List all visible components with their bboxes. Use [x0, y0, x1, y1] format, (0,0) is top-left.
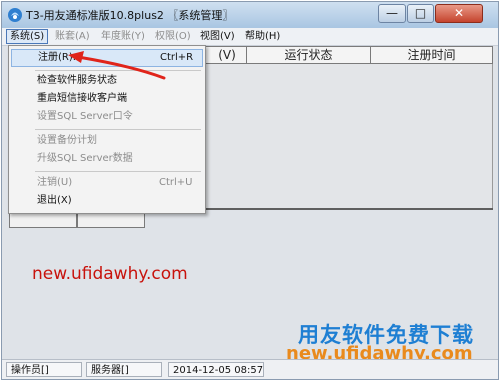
title-bar[interactable]: T3-用友通标准版10.8plus2 〖系统管理〗 — □ ✕ [2, 2, 498, 28]
menu-item-label: 注销(U) [37, 177, 73, 188]
column-header-v[interactable]: (V) [208, 47, 246, 63]
menu-separator [35, 171, 201, 172]
status-server: 服务器[] [86, 362, 162, 377]
menu-item-exit[interactable]: 退出(X) [11, 192, 203, 210]
menu-item-logout[interactable]: 注销(U) Ctrl+U [11, 174, 203, 192]
status-bar: 操作员[] 服务器[] 2014-12-05 08:57 [2, 359, 498, 379]
app-logo-icon [8, 8, 22, 22]
menu-item-label: 升级SQL Server数据 [37, 153, 133, 164]
app-window: T3-用友通标准版10.8plus2 〖系统管理〗 — □ ✕ 系统(S) 账套… [1, 1, 499, 380]
menu-view[interactable]: 视图(V) [197, 29, 238, 44]
menu-item-upgrade-sql[interactable]: 升级SQL Server数据 [11, 150, 203, 168]
maximize-button[interactable]: □ [407, 4, 434, 23]
menu-item-shortcut: Ctrl+U [159, 177, 193, 188]
menu-item-sql-password[interactable]: 设置SQL Server口令 [11, 108, 203, 126]
menu-help[interactable]: 帮助(H) [242, 29, 283, 44]
menu-item-backup-plan[interactable]: 设置备份计划 [11, 132, 203, 150]
menu-item-label: 重启短信接收客户端 [37, 93, 127, 104]
menu-annual-account[interactable]: 年度账(Y) [98, 29, 148, 44]
watermark-url: new.ufidawhy.com [32, 264, 188, 284]
menu-bar: 系统(S) 账套(A) 年度账(Y) 权限(O) 视图(V) 帮助(H) [2, 28, 498, 46]
close-button[interactable]: ✕ [435, 4, 483, 23]
menu-item-label: 设置SQL Server口令 [37, 111, 133, 122]
menu-separator [35, 129, 201, 130]
menu-system[interactable]: 系统(S) [6, 29, 49, 44]
menu-permission[interactable]: 权限(O) [152, 29, 194, 44]
annotation-arrow [68, 51, 166, 80]
status-datetime: 2014-12-05 08:57 [168, 362, 264, 377]
status-operator: 操作员[] [6, 362, 82, 377]
window-title: T3-用友通标准版10.8plus2 〖系统管理〗 [26, 9, 234, 22]
minimize-button[interactable]: — [378, 4, 406, 23]
menu-account-set[interactable]: 账套(A) [52, 29, 93, 44]
menu-item-restart-sms[interactable]: 重启短信接收客户端 [11, 90, 203, 108]
column-header-status[interactable]: 运行状态 [246, 47, 370, 63]
menu-item-label: 退出(X) [37, 195, 72, 206]
menu-item-label: 设置备份计划 [37, 135, 97, 146]
column-header-register-time[interactable]: 注册时间 [370, 47, 492, 63]
